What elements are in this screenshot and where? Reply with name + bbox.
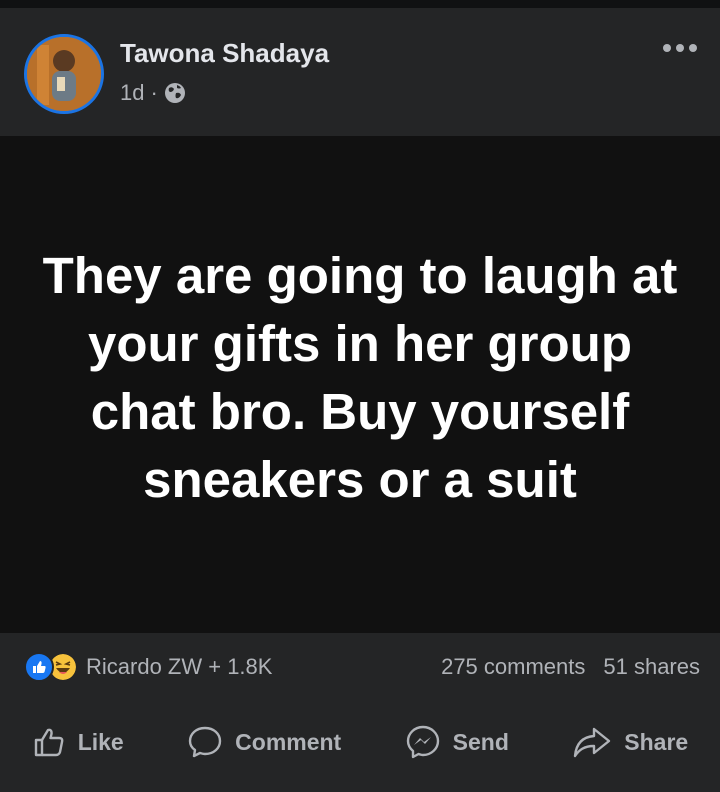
like-reaction-icon	[24, 652, 54, 682]
send-button[interactable]: Send	[405, 724, 509, 760]
messenger-icon	[406, 725, 439, 759]
thumbs-up-icon	[34, 728, 64, 757]
share-label: Share	[624, 728, 689, 755]
share-button[interactable]: Share	[572, 724, 688, 760]
post-time[interactable]: 1d	[120, 80, 144, 106]
like-button[interactable]: Like	[32, 725, 124, 759]
reactions-row: Ricardo ZW + 1.8K 275 comments 51 shares	[24, 651, 700, 683]
post-body[interactable]: They are going to laugh at your gifts in…	[0, 136, 720, 633]
send-label: Send	[452, 728, 509, 755]
engagement-stats: 275 comments 51 shares	[441, 654, 700, 680]
globe-icon	[164, 83, 185, 103]
avatar-photo	[27, 37, 101, 111]
comment-label: Comment	[235, 728, 342, 755]
like-label: Like	[77, 728, 124, 755]
share-arrow-icon	[574, 727, 611, 758]
author-name[interactable]: Tawona Shadaya	[120, 38, 329, 69]
author-avatar[interactable]	[24, 34, 104, 114]
comment-bubble-icon	[188, 726, 222, 758]
actions-row: Like Comment Send Share	[0, 707, 720, 777]
comments-count[interactable]: 275 comments	[441, 654, 585, 680]
status-bar-strip	[0, 0, 720, 8]
meta-separator: ·	[150, 80, 158, 105]
post-header: Tawona Shadaya 1d ·	[0, 8, 720, 136]
shares-count[interactable]: 51 shares	[603, 654, 700, 680]
post-text: They are going to laugh at your gifts in…	[42, 246, 678, 508]
reaction-icons[interactable]	[24, 652, 78, 682]
comment-button[interactable]: Comment	[187, 724, 341, 760]
more-horizontal-icon[interactable]	[662, 40, 698, 56]
post-meta: 1d ·	[120, 80, 186, 106]
reaction-summary[interactable]: Ricardo ZW + 1.8K	[86, 654, 441, 680]
post-footer: Ricardo ZW + 1.8K 275 comments 51 shares…	[0, 633, 720, 792]
